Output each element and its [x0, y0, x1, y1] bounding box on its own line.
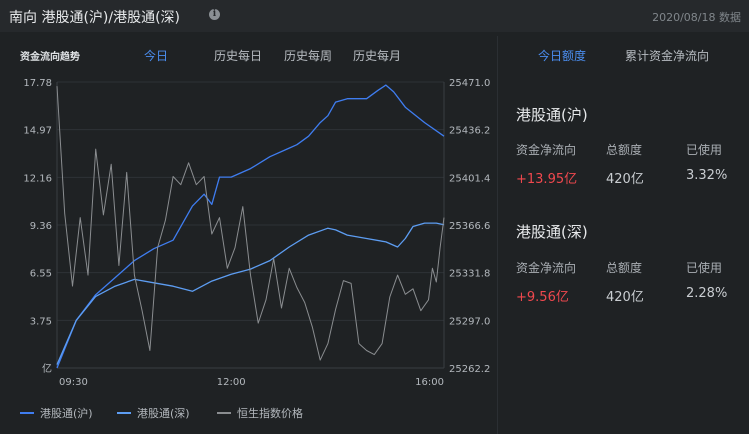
legend-label: 港股通(深) — [137, 407, 190, 420]
total-quota-header: 总额度 — [606, 143, 643, 157]
total-quota-header: 总额度 — [606, 261, 643, 275]
section-title-sh: 港股通(沪) — [516, 106, 588, 124]
left-tick-label: 3.75 — [30, 316, 52, 327]
section-title-sz: 港股通(深) — [516, 223, 588, 241]
legend-label: 港股通(沪) — [40, 406, 93, 420]
right-tick-label: 25471.0 — [449, 78, 490, 89]
x-tick-label: 16:00 — [415, 377, 444, 388]
used-value: 3.32% — [686, 168, 728, 183]
page-title: 南向 港股通(沪)/港股通(深) — [9, 10, 181, 26]
chart-legend: 港股通(沪) 港股通(深) 恒生指数价格 — [20, 406, 303, 420]
total-quota-value: 420亿 — [606, 290, 644, 305]
left-axis-unit: 亿 — [42, 362, 52, 375]
header-bar: 南向 港股通(沪)/港股通(深) i 2020/08/18 数据 — [0, 0, 749, 32]
right-tick-label: 25436.2 — [449, 126, 490, 137]
right-tick-label: 25401.4 — [449, 173, 490, 184]
quota-panel: 今日额度 累计资金净流向 港股通(沪) 资金净流向 总额度 已使用 +13.95… — [497, 36, 749, 434]
left-tick-label: 17.78 — [23, 78, 52, 89]
x-tick-label: 09:30 — [59, 377, 88, 388]
series-line — [56, 86, 445, 361]
net-flow-header: 资金净流向 — [516, 143, 577, 157]
used-header: 已使用 — [686, 261, 723, 275]
flow-chart: 17.78 14.97 12.16 9.36 6.55 3.75 亿 25471.0 25436… — [20, 78, 490, 420]
info-circle-icon[interactable]: i — [209, 9, 220, 20]
data-date: 2020/08/18 数据 — [652, 11, 741, 24]
used-header: 已使用 — [686, 143, 723, 157]
net-flow-header: 资金净流向 — [516, 261, 577, 275]
legend-label: 恒生指数价格 — [237, 406, 303, 420]
series-line — [56, 84, 445, 369]
right-tick-label: 25331.8 — [449, 269, 490, 280]
series-line — [56, 222, 445, 365]
left-tick-label: 14.97 — [23, 126, 52, 137]
net-flow-value: +13.95亿 — [516, 172, 578, 187]
tab-cumulative-flow[interactable]: 累计资金净流向 — [625, 47, 709, 64]
x-tick-label: 12:00 — [217, 377, 246, 388]
net-flow-value: +9.56亿 — [516, 290, 569, 305]
chart-axes: 17.78 14.97 12.16 9.36 6.55 3.75 亿 25471.0 25436… — [23, 78, 490, 388]
used-value: 2.28% — [686, 286, 728, 301]
left-tick-label: 12.16 — [23, 173, 52, 184]
tab-today-quota[interactable]: 今日额度 — [538, 47, 586, 64]
right-tick-label: 25366.6 — [449, 221, 490, 232]
right-tick-label: 25297.0 — [449, 316, 490, 327]
chart-series — [56, 84, 445, 369]
total-quota-value: 420亿 — [606, 172, 644, 187]
left-tick-label: 6.55 — [30, 269, 52, 280]
chart-panel: 资金流向趋势 今日 历史每日 历史每周 历史每月 17.78 14.97 12.16… — [0, 36, 495, 434]
right-tick-label: 25262.2 — [449, 364, 490, 375]
left-tick-label: 9.36 — [30, 221, 52, 232]
